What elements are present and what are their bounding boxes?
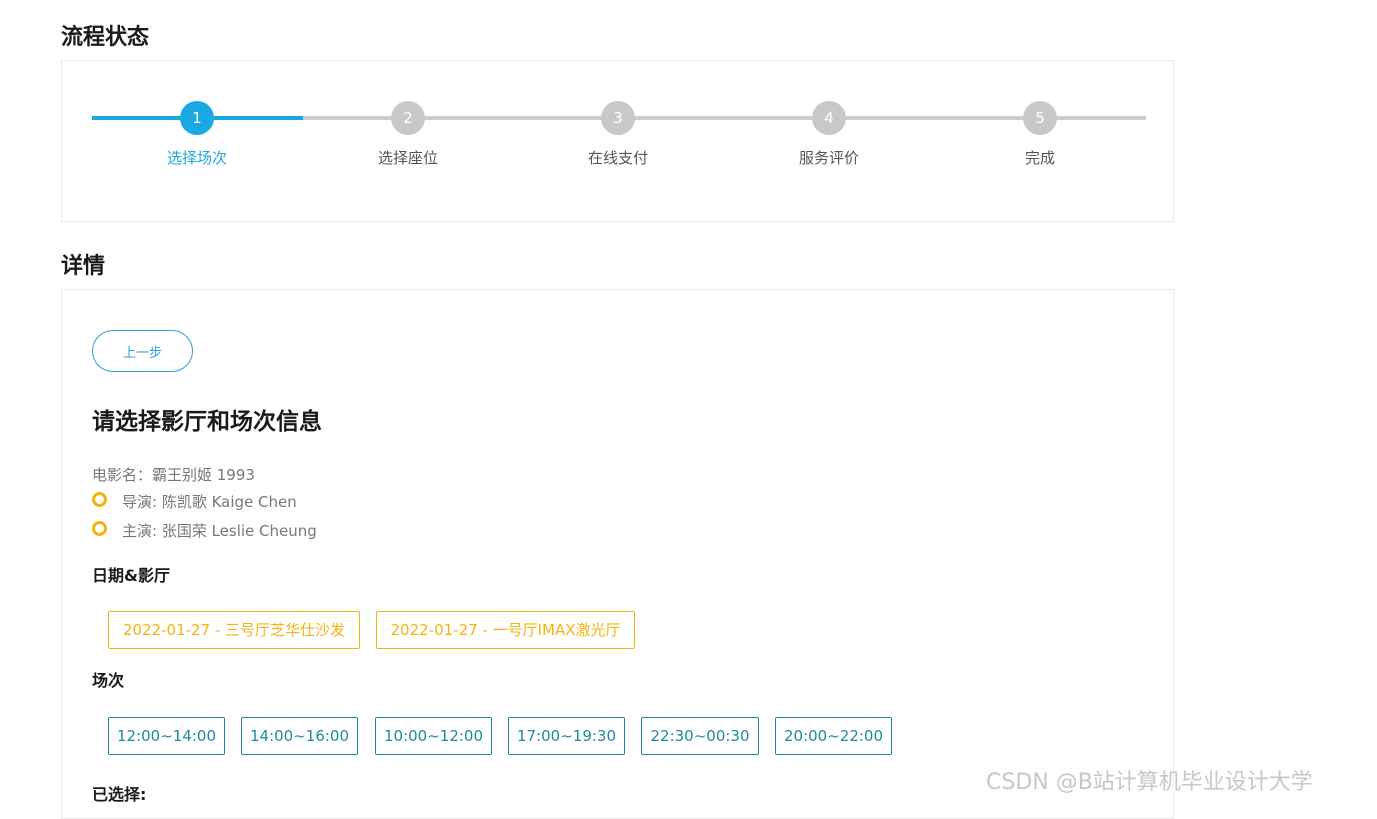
step-3: 3 在线支付 — [558, 101, 678, 168]
process-panel: 1 选择场次 2 选择座位 3 在线支付 4 服务评价 5 完成 — [61, 60, 1174, 222]
session-option[interactable]: 22:30~00:30 — [641, 717, 759, 755]
step-5: 5 完成 — [980, 101, 1100, 168]
hall-option[interactable]: 2022-01-27 - 一号厅IMAX激光厅 — [376, 611, 635, 649]
details-section-title: 详情 — [61, 254, 106, 279]
selected-label: 已选择: — [92, 785, 147, 804]
session-option[interactable]: 14:00~16:00 — [241, 717, 358, 755]
actor-row: 主演: 张国荣 Leslie Cheung — [92, 520, 317, 541]
detail-heading: 请选择影厅和场次信息 — [92, 409, 322, 435]
details-panel: 上一步 请选择影厅和场次信息 电影名：霸王别姬 1993 导演: 陈凯歌 Kai… — [61, 289, 1174, 819]
session-option[interactable]: 12:00~14:00 — [108, 717, 225, 755]
movie-name: 电影名：霸王别姬 1993 — [92, 466, 255, 484]
step-2: 2 选择座位 — [348, 101, 468, 168]
step-label: 选择场次 — [166, 149, 227, 167]
watermark: CSDN @B站计算机毕业设计大学 — [986, 770, 1313, 795]
circle-bullet-icon — [92, 492, 107, 507]
session-option[interactable]: 17:00~19:30 — [508, 717, 625, 755]
step-label: 服务评价 — [798, 149, 859, 167]
director-text: 导演: 陈凯歌 Kaige Chen — [122, 493, 297, 511]
session-option[interactable]: 10:00~12:00 — [375, 717, 492, 755]
step-number: 3 — [601, 101, 635, 135]
step-number: 5 — [1023, 101, 1057, 135]
circle-bullet-icon — [92, 521, 107, 536]
prev-step-button[interactable]: 上一步 — [92, 330, 193, 372]
director-row: 导演: 陈凯歌 Kaige Chen — [92, 491, 297, 512]
step-label: 完成 — [1024, 149, 1055, 167]
step-number: 2 — [391, 101, 425, 135]
process-section-title: 流程状态 — [61, 25, 150, 50]
step-1: 1 选择场次 — [137, 101, 257, 168]
step-label: 在线支付 — [587, 149, 648, 167]
date-hall-label: 日期&影厅 — [92, 566, 170, 585]
step-number: 1 — [180, 101, 214, 135]
hall-option[interactable]: 2022-01-27 - 三号厅芝华仕沙发 — [108, 611, 360, 649]
steps-bar: 1 选择场次 2 选择座位 3 在线支付 4 服务评价 5 完成 — [92, 101, 1146, 181]
session-option[interactable]: 20:00~22:00 — [775, 717, 892, 755]
step-number: 4 — [812, 101, 846, 135]
step-4: 4 服务评价 — [769, 101, 889, 168]
actor-text: 主演: 张国荣 Leslie Cheung — [122, 522, 317, 540]
step-label: 选择座位 — [377, 149, 438, 167]
session-label: 场次 — [92, 671, 125, 690]
